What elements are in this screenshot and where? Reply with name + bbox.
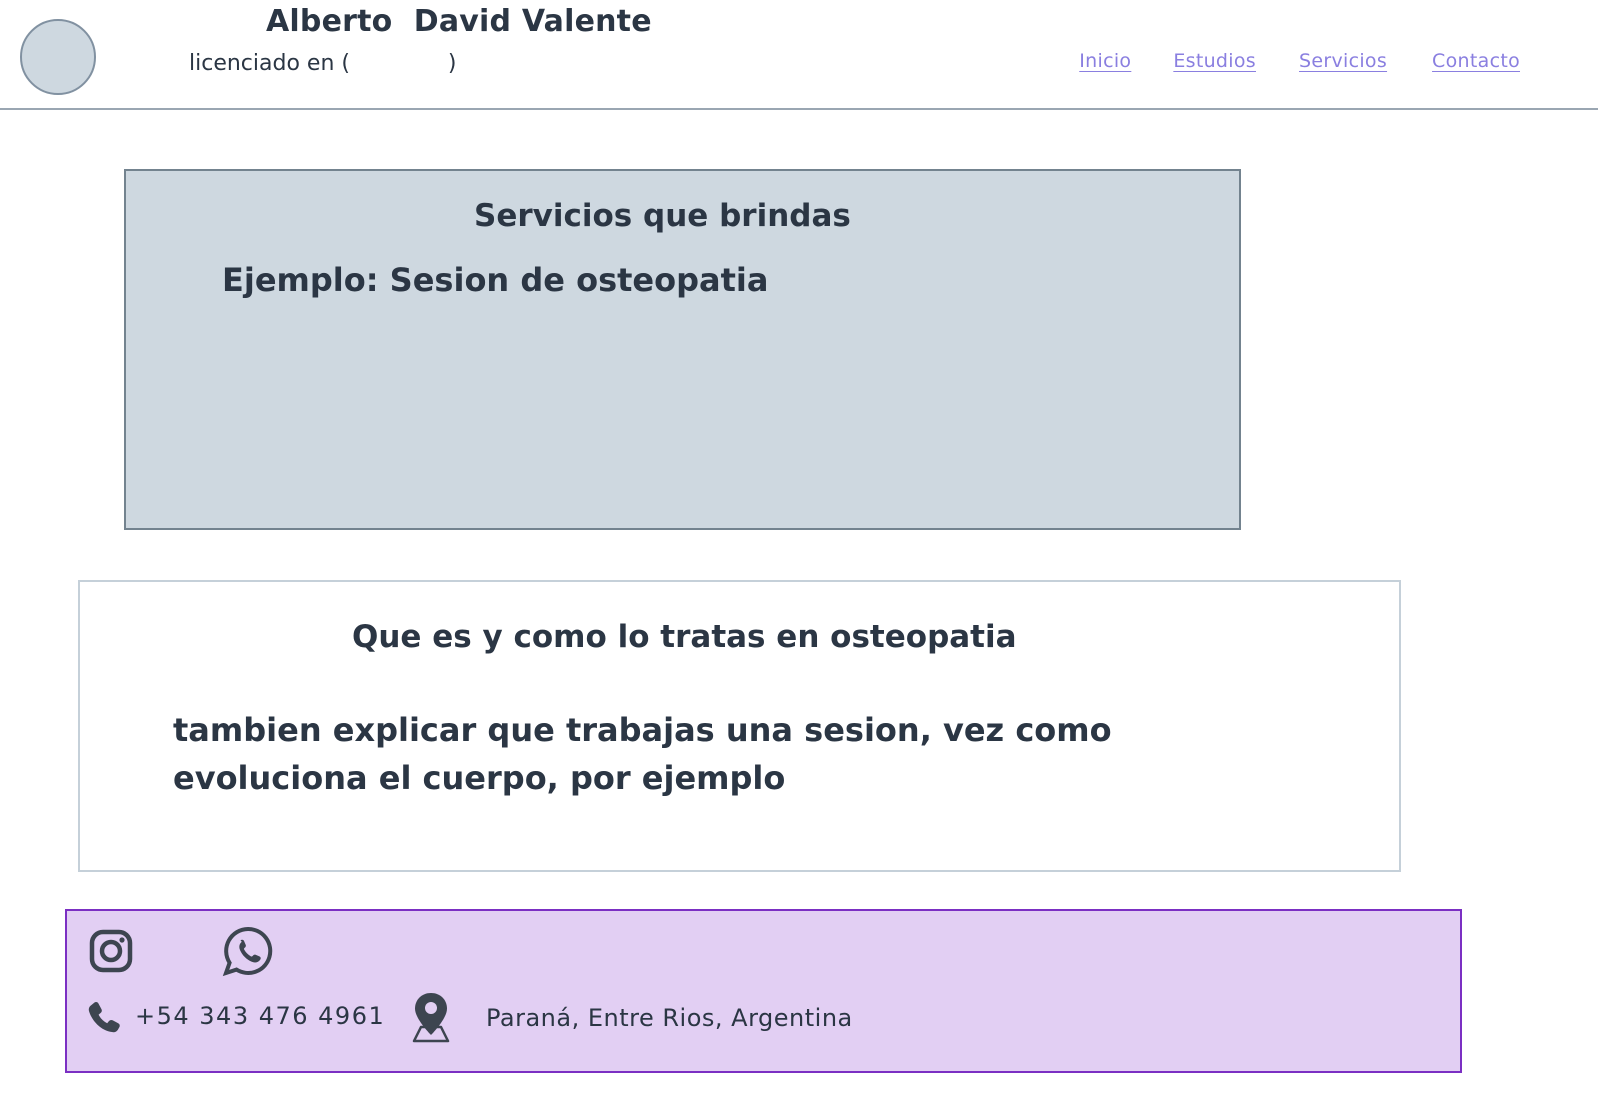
nav-link-estudios[interactable]: Estudios (1173, 50, 1256, 72)
explanation-body: tambien explicar que trabajas una sesion… (173, 711, 1112, 797)
whatsapp-icon[interactable] (222, 925, 274, 977)
nav-link-servicios[interactable]: Servicios (1299, 50, 1387, 72)
phone-number: +54 343 476 4961 (135, 1002, 386, 1030)
main-nav: Inicio Estudios Servicios Contacto (1079, 50, 1520, 72)
contact-footer (65, 909, 1462, 1073)
site-header: Alberto David Valente licenciado en ( ) … (0, 0, 1598, 110)
instagram-icon[interactable] (89, 929, 133, 973)
nav-link-inicio[interactable]: Inicio (1079, 50, 1131, 72)
profile-name: Alberto David Valente (266, 4, 652, 39)
location-pin-icon (412, 993, 450, 1043)
avatar (20, 19, 96, 95)
location-text: Paraná, Entre Rios, Argentina (486, 1004, 853, 1032)
nav-link-contacto[interactable]: Contacto (1432, 50, 1520, 72)
services-title: Servicios que brindas (474, 198, 851, 234)
phone-icon (88, 1002, 120, 1033)
explanation-title: Que es y como lo tratas en osteopatia (352, 619, 1017, 655)
profile-subtitle: licenciado en ( ) (189, 51, 457, 76)
services-example: Ejemplo: Sesion de osteopatia (222, 261, 769, 299)
